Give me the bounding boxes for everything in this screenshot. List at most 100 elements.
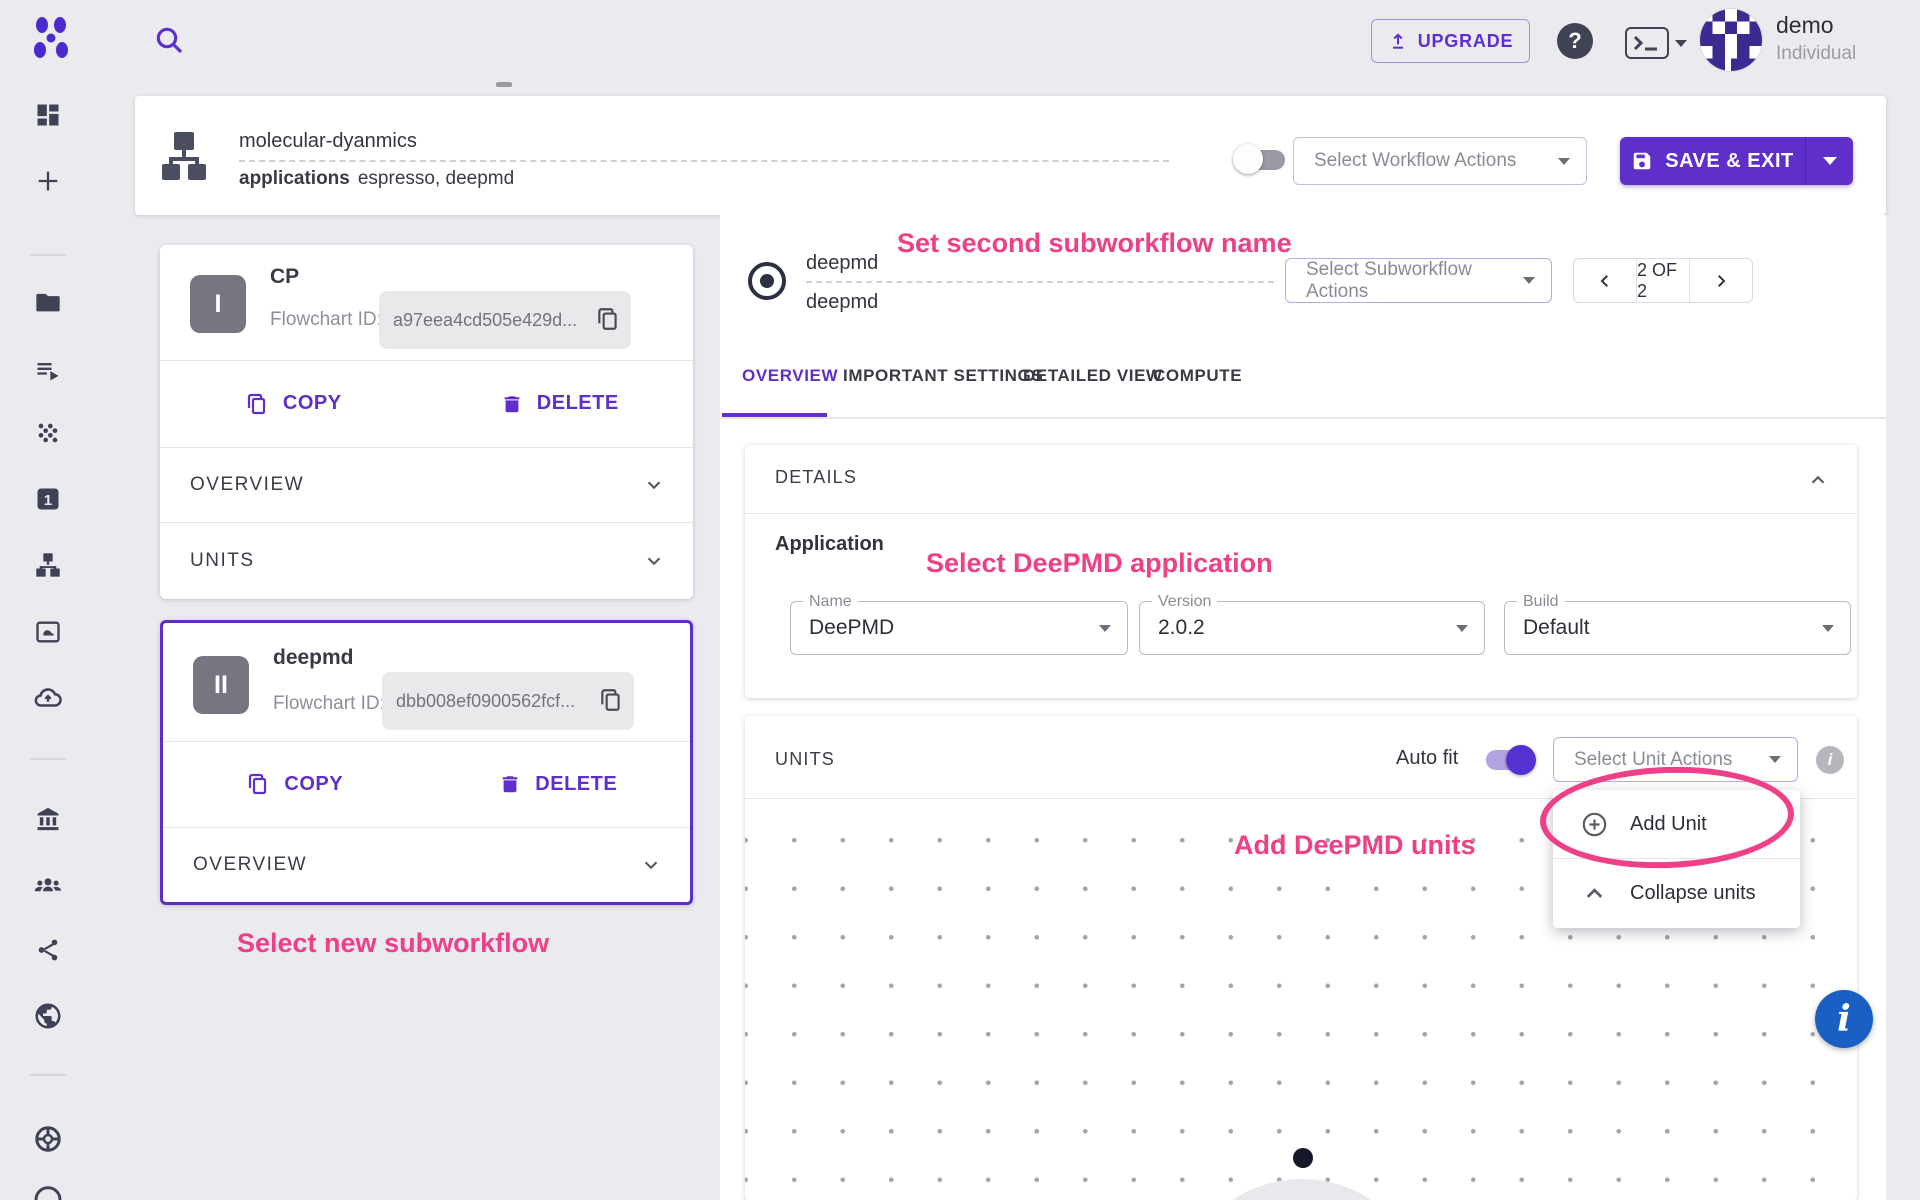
subworkflow-pager: 2 OF 2 [1573, 258, 1753, 303]
save-exit-menu-button[interactable] [1806, 137, 1853, 185]
accordion-label: OVERVIEW [193, 854, 307, 876]
chevron-down-icon [1769, 756, 1781, 763]
unit-actions-select[interactable]: Select Unit Actions [1553, 737, 1798, 782]
menu-item-label: Collapse units [1630, 882, 1756, 905]
sidebar-item-dashboard[interactable] [31, 98, 65, 132]
radio-selected-icon[interactable] [748, 262, 786, 300]
sidebar-item-public[interactable] [31, 999, 65, 1033]
field-value: 2.0.2 [1158, 616, 1205, 640]
chevron-down-icon [643, 474, 665, 496]
menu-item-collapse-units[interactable]: Collapse units [1553, 859, 1800, 927]
cloud-upload-icon [33, 683, 63, 713]
application-name-select[interactable]: Name DeePMD [790, 601, 1128, 655]
chevron-up-icon[interactable] [1807, 469, 1829, 491]
tab-detailed-view[interactable]: DETAILED VIEW [1023, 366, 1163, 386]
subworkflow-title[interactable]: deepmd [806, 252, 878, 275]
subworkflow-name: deepmd [273, 646, 354, 670]
sidebar-item-images[interactable] [31, 615, 65, 649]
sidebar-item-entities[interactable]: 1 [31, 482, 65, 516]
delete-subworkflow-button[interactable]: DELETE [427, 360, 694, 447]
folder-icon [34, 288, 62, 316]
sidebar-item-jobs[interactable] [31, 353, 65, 387]
pager-prev-button[interactable] [1574, 259, 1636, 302]
workflow-applications: applicationsespresso, deepmd [239, 168, 514, 190]
card-actions: COPY DELETE [160, 360, 693, 447]
subworkflow-actions-select[interactable]: Select Subworkflow Actions [1285, 258, 1552, 303]
upload-icon [1388, 31, 1408, 51]
autofit-toggle-thumb[interactable] [1506, 745, 1536, 775]
subworkflow-card-cp[interactable]: I CP Flowchart ID: a97eea4cd505e429d... … [160, 245, 693, 599]
accordion-units[interactable]: UNITS [160, 522, 693, 599]
workflow-name[interactable]: molecular-dyanmics [239, 130, 417, 153]
chevron-right-icon [1712, 272, 1730, 290]
search-icon[interactable] [153, 24, 185, 56]
tab-compute[interactable]: COMPUTE [1153, 366, 1242, 386]
support-icon [33, 1124, 63, 1154]
accordion-label: OVERVIEW [190, 474, 304, 496]
team-icon [33, 870, 63, 900]
save-exit-button[interactable]: SAVE & EXIT [1620, 137, 1806, 185]
dashboard-icon [34, 101, 62, 129]
subworkflow-subtitle: deepmd [806, 291, 878, 314]
info-icon[interactable]: i [1816, 746, 1844, 774]
field-label: Name [803, 593, 858, 611]
info-fab-button[interactable]: i [1815, 990, 1873, 1048]
sidebar-item-more[interactable] [31, 1180, 65, 1200]
description-toggle-thumb[interactable] [1233, 144, 1263, 174]
copy-id-icon[interactable] [598, 687, 624, 715]
flowchart-id-chip: a97eea4cd505e429d... [379, 291, 631, 349]
sidebar-item-support[interactable] [31, 1122, 65, 1156]
flowchart-node-dot[interactable] [1293, 1148, 1313, 1168]
console-button[interactable] [1625, 26, 1691, 60]
save-exit-split-button: SAVE & EXIT [1620, 137, 1853, 185]
rail-divider [30, 1074, 66, 1076]
subworkflow-card-deepmd[interactable]: II deepmd Flowchart ID: dbb008ef0900562f… [160, 620, 693, 905]
brand-logo-icon[interactable] [30, 16, 72, 62]
subworkflow-badge: I [190, 275, 246, 333]
field-value: DeePMD [809, 616, 894, 640]
svg-text:1: 1 [44, 492, 52, 509]
accordion-overview[interactable]: OVERVIEW [163, 827, 690, 902]
field-label: Version [1152, 593, 1217, 611]
save-icon [1631, 150, 1653, 172]
avatar[interactable] [1700, 9, 1762, 71]
tab-overview[interactable]: OVERVIEW [742, 366, 838, 386]
sidebar-item-share[interactable] [31, 933, 65, 967]
field-label: Build [1517, 593, 1565, 611]
copy-subworkflow-button[interactable]: COPY [160, 360, 427, 447]
details-title: DETAILS [775, 467, 857, 488]
workflow-tree-icon [34, 551, 62, 579]
workflow-actions-select[interactable]: Select Workflow Actions [1293, 137, 1587, 185]
application-build-select[interactable]: Build Default [1504, 601, 1851, 655]
user-name[interactable]: demo [1776, 12, 1834, 39]
delete-label: DELETE [535, 773, 617, 796]
field-value: Default [1523, 616, 1590, 640]
applications-label: applications [239, 168, 350, 189]
chevron-down-icon [1822, 625, 1834, 632]
upgrade-button[interactable]: UPGRADE [1371, 19, 1530, 63]
bank-icon [34, 805, 62, 833]
copy-icon [245, 392, 269, 416]
chevron-down-icon [1099, 625, 1111, 632]
annotation-select-app: Select DeePMD application [926, 548, 1273, 579]
menu-item-add-unit[interactable]: Add Unit [1553, 790, 1800, 858]
sidebar-item-uploads[interactable] [31, 681, 65, 715]
application-version-select[interactable]: Version 2.0.2 [1139, 601, 1485, 655]
workflow-name-underline [239, 160, 1169, 162]
sidebar-item-materials[interactable] [31, 416, 65, 450]
help-button[interactable]: ? [1557, 23, 1593, 59]
tab-important-settings[interactable]: IMPORTANT SETTINGS [843, 366, 1043, 386]
scroll-sliver [496, 82, 512, 87]
workflow-actions-label: Select Workflow Actions [1314, 150, 1516, 172]
accordion-overview[interactable]: OVERVIEW [160, 447, 693, 522]
sidebar-item-projects[interactable] [31, 285, 65, 319]
copy-subworkflow-button[interactable]: COPY [163, 741, 427, 827]
details-card: DETAILS Application Name DeePMD Version … [745, 445, 1857, 698]
sidebar-item-workflows[interactable] [31, 548, 65, 582]
copy-id-icon[interactable] [595, 306, 621, 334]
sidebar-item-create[interactable] [31, 164, 65, 198]
pager-next-button[interactable] [1690, 259, 1752, 302]
sidebar-item-team[interactable] [31, 868, 65, 902]
delete-subworkflow-button[interactable]: DELETE [427, 741, 691, 827]
sidebar-item-organization[interactable] [31, 802, 65, 836]
